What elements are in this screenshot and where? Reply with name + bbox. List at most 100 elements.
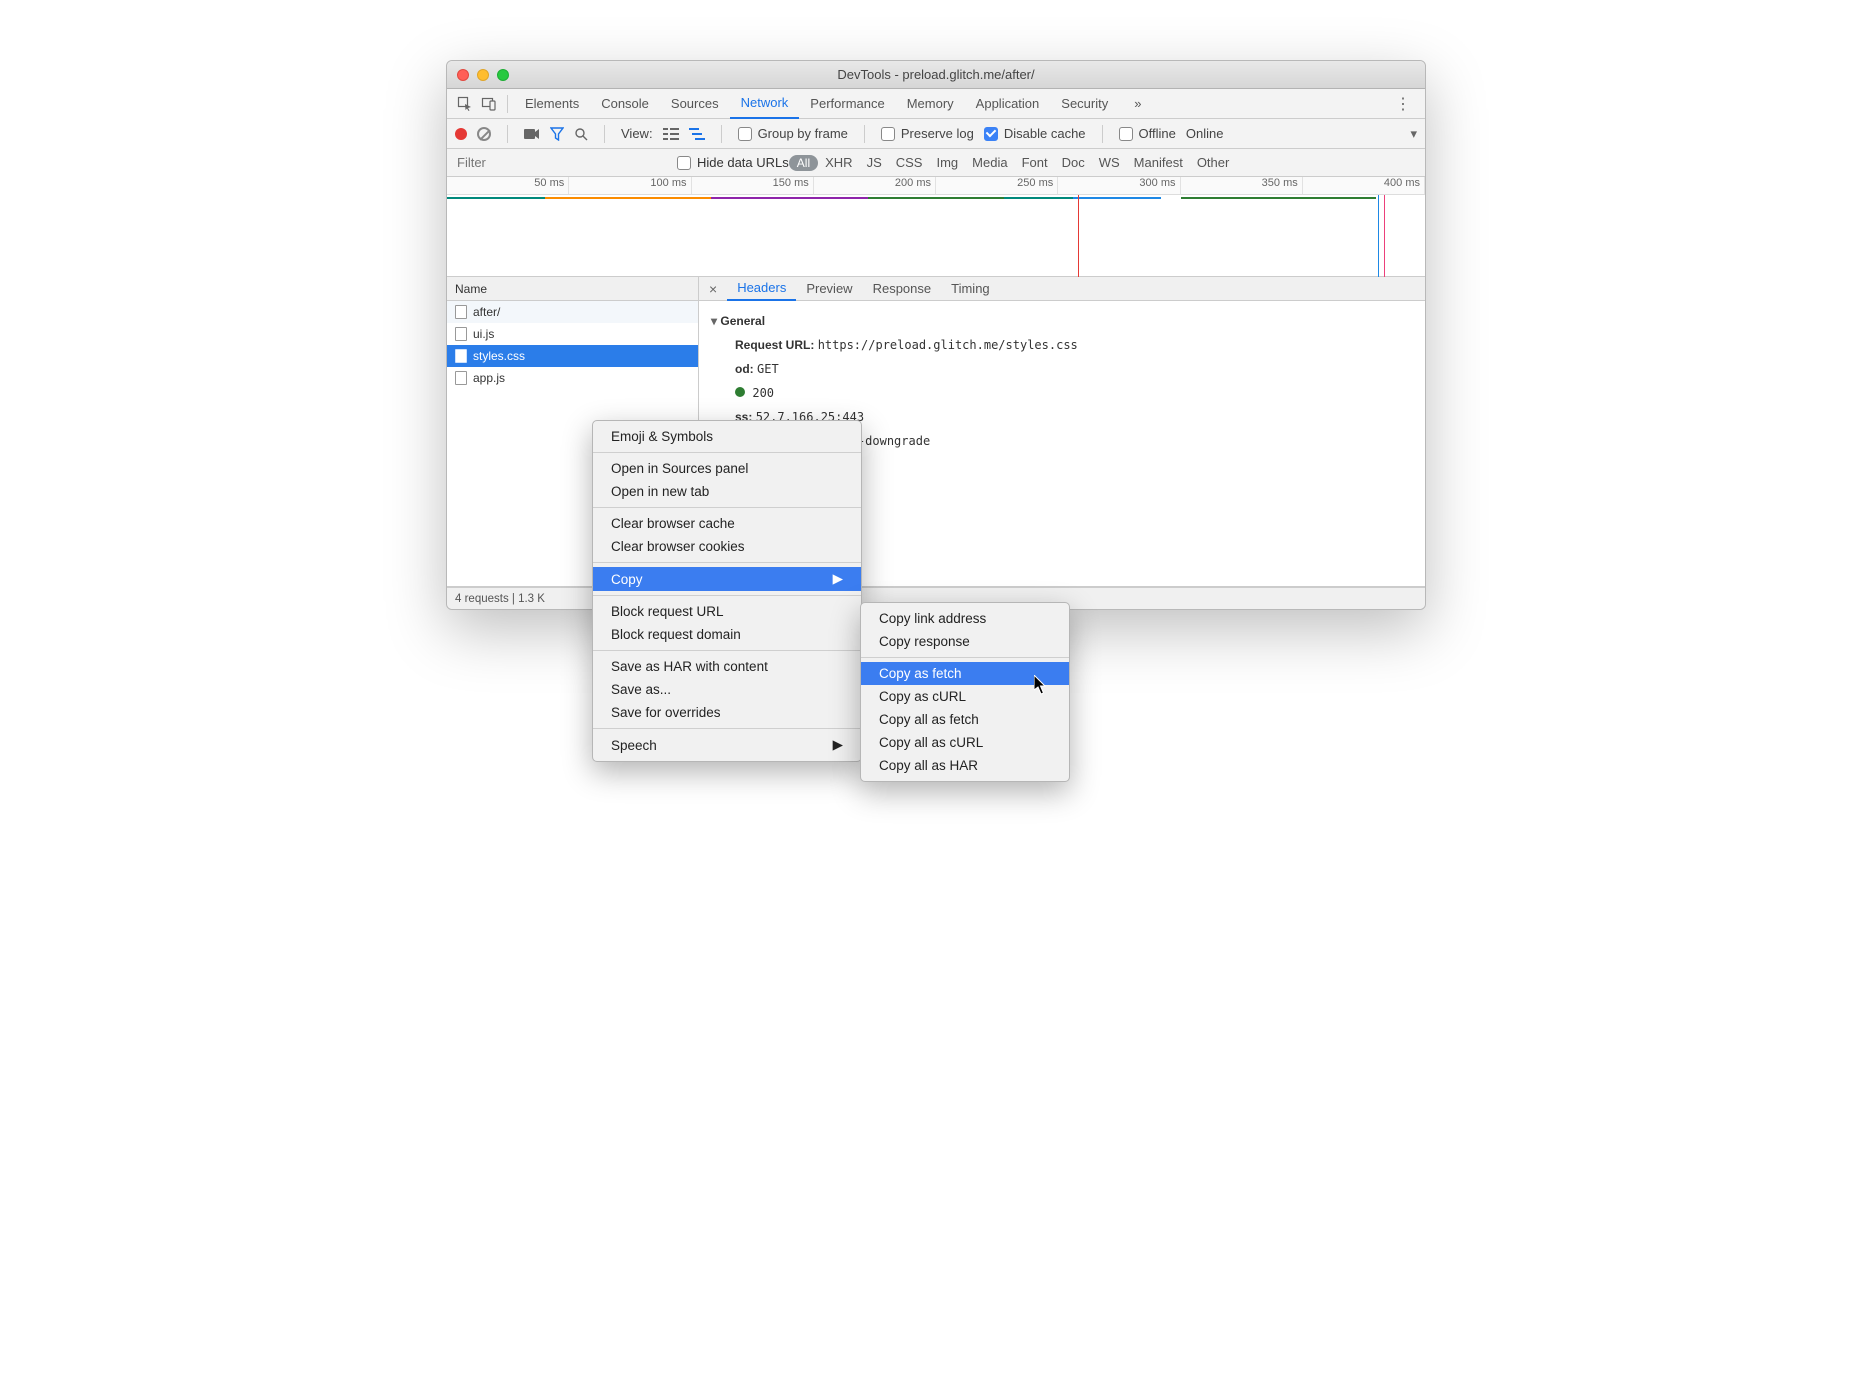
group-by-frame-label: Group by frame (758, 126, 848, 141)
tab-network[interactable]: Network (730, 89, 800, 119)
ruler-tick: 350 ms (1181, 177, 1303, 194)
ctx-emoji-symbols[interactable]: Emoji & Symbols (593, 425, 861, 448)
divider (864, 125, 865, 143)
request-row-selected[interactable]: styles.css (447, 345, 698, 367)
detail-tab-timing[interactable]: Timing (941, 277, 1000, 301)
network-toolbar: View: Group by frame Preserve log Disabl… (447, 119, 1425, 149)
sub-copy-all-as-har[interactable]: Copy all as HAR (861, 754, 1069, 777)
divider (507, 125, 508, 143)
request-row[interactable]: after/ (447, 301, 698, 323)
filter-cat-ws[interactable]: WS (1092, 155, 1127, 170)
ctx-save-har[interactable]: Save as HAR with content (593, 655, 861, 678)
ctx-clear-cache[interactable]: Clear browser cache (593, 512, 861, 535)
ctx-save-overrides[interactable]: Save for overrides (593, 701, 861, 724)
wf-marker (1384, 195, 1385, 277)
close-details-button[interactable]: × (699, 281, 727, 297)
tab-console[interactable]: Console (590, 89, 660, 119)
filter-cat-media[interactable]: Media (965, 155, 1014, 170)
divider (507, 95, 508, 113)
ctx-open-sources[interactable]: Open in Sources panel (593, 457, 861, 480)
filter-cat-font[interactable]: Font (1015, 155, 1055, 170)
request-row[interactable]: app.js (447, 367, 698, 389)
group-by-frame-option[interactable]: Group by frame (738, 126, 848, 141)
general-section-header[interactable]: General (711, 309, 1413, 333)
menu-separator (593, 728, 861, 729)
inspect-element-icon[interactable] (453, 92, 477, 116)
file-icon (455, 371, 467, 385)
waterfall-view-icon[interactable] (689, 128, 705, 140)
divider (1102, 125, 1103, 143)
tab-application[interactable]: Application (965, 89, 1051, 119)
waterfall-overview[interactable]: 50 ms 100 ms 150 ms 200 ms 250 ms 300 ms… (447, 177, 1425, 277)
filter-cat-img[interactable]: Img (929, 155, 965, 170)
tabs-overflow-button[interactable]: » (1123, 89, 1152, 119)
wf-load-marker (1078, 195, 1079, 277)
filter-cat-css[interactable]: CSS (889, 155, 930, 170)
status-dot-icon (735, 387, 745, 397)
detail-tab-response[interactable]: Response (863, 277, 942, 301)
ctx-open-new-tab[interactable]: Open in new tab (593, 480, 861, 503)
filter-cat-manifest[interactable]: Manifest (1127, 155, 1190, 170)
filter-toggle-icon[interactable] (550, 127, 564, 141)
tab-performance[interactable]: Performance (799, 89, 895, 119)
request-row[interactable]: ui.js (447, 323, 698, 345)
checkbox-unchecked-icon (1119, 127, 1133, 141)
wf-segment (1181, 197, 1377, 199)
window-title: DevTools - preload.glitch.me/after/ (447, 67, 1425, 82)
ruler-tick: 250 ms (936, 177, 1058, 194)
checkbox-unchecked-icon (738, 127, 752, 141)
online-throttle-select[interactable]: Online (1186, 126, 1224, 141)
record-button[interactable] (455, 128, 467, 140)
device-toggle-icon[interactable] (477, 92, 501, 116)
filter-cat-other[interactable]: Other (1190, 155, 1237, 170)
ruler-tick: 200 ms (814, 177, 936, 194)
ruler-tick: 50 ms (447, 177, 569, 194)
submenu-arrow-icon: ▶ (833, 737, 843, 753)
sub-copy-all-as-fetch[interactable]: Copy all as fetch (861, 708, 1069, 731)
view-label: View: (621, 126, 653, 141)
method-value: GET (757, 362, 779, 376)
hide-data-urls-option[interactable]: Hide data URLs (677, 155, 789, 170)
menu-separator (593, 507, 861, 508)
filter-cat-js[interactable]: JS (860, 155, 889, 170)
detail-tab-preview[interactable]: Preview (796, 277, 862, 301)
wf-segment (545, 197, 711, 199)
wf-domcontent-marker (1378, 195, 1379, 277)
large-rows-icon[interactable] (663, 128, 679, 140)
mouse-cursor-icon (1034, 675, 1048, 695)
file-icon (455, 305, 467, 319)
name-column-header[interactable]: Name (447, 277, 698, 301)
search-icon[interactable] (574, 127, 588, 141)
tab-security[interactable]: Security (1050, 89, 1119, 119)
sub-copy-response[interactable]: Copy response (861, 630, 1069, 653)
wf-segment (447, 197, 545, 199)
ruler-tick: 400 ms (1303, 177, 1425, 194)
ctx-clear-cookies[interactable]: Clear browser cookies (593, 535, 861, 558)
filter-input[interactable] (447, 149, 677, 176)
tab-elements[interactable]: Elements (514, 89, 590, 119)
detail-tab-headers[interactable]: Headers (727, 277, 796, 301)
disable-cache-option[interactable]: Disable cache (984, 126, 1086, 141)
ctx-block-domain[interactable]: Block request domain (593, 623, 861, 646)
ctx-speech[interactable]: Speech ▶ (593, 733, 861, 757)
main-tabbar: Elements Console Sources Network Perform… (447, 89, 1425, 119)
request-name: app.js (473, 371, 505, 385)
ctx-block-url[interactable]: Block request URL (593, 600, 861, 623)
filter-cat-all[interactable]: All (789, 155, 818, 171)
filter-cat-xhr[interactable]: XHR (818, 155, 859, 170)
camera-icon[interactable] (524, 128, 540, 140)
tab-sources[interactable]: Sources (660, 89, 730, 119)
offline-option[interactable]: Offline (1119, 126, 1176, 141)
file-icon (455, 327, 467, 341)
filter-cat-doc[interactable]: Doc (1055, 155, 1092, 170)
chevron-down-icon[interactable]: ▾ (1410, 126, 1417, 142)
tab-memory[interactable]: Memory (896, 89, 965, 119)
titlebar: DevTools - preload.glitch.me/after/ (447, 61, 1425, 89)
preserve-log-option[interactable]: Preserve log (881, 126, 974, 141)
sub-copy-all-as-curl[interactable]: Copy all as cURL (861, 731, 1069, 754)
ctx-copy[interactable]: Copy ▶ (593, 567, 861, 591)
clear-button[interactable] (477, 127, 491, 141)
sub-copy-link-address[interactable]: Copy link address (861, 607, 1069, 630)
kebab-menu-icon[interactable]: ⋮ (1387, 94, 1419, 114)
ctx-save-as[interactable]: Save as... (593, 678, 861, 701)
